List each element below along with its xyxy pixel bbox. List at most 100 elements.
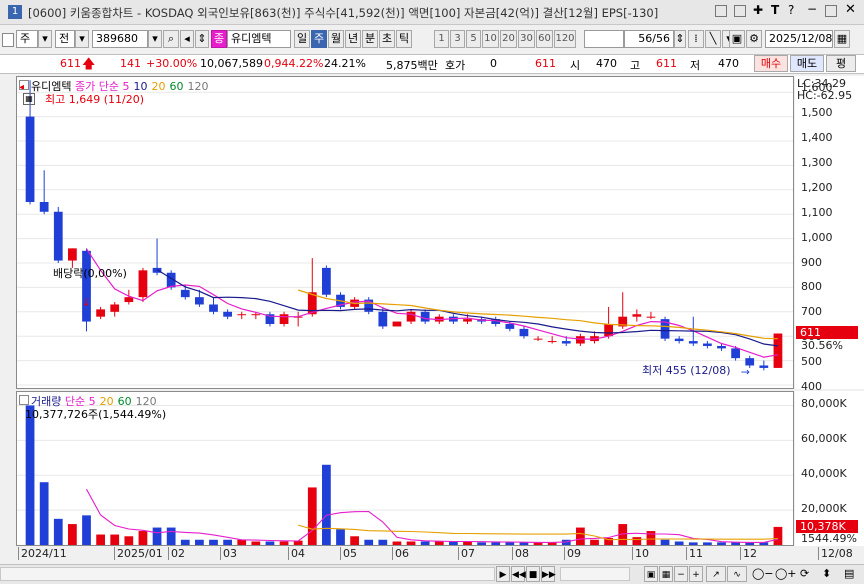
quote-bar: 611 🡅 141 +30.00% 10,067,589 0,944.22% 2…: [0, 54, 864, 74]
high-price: 611: [656, 57, 677, 70]
link-icon[interactable]: [715, 5, 727, 17]
candle-body: [279, 314, 289, 324]
interval-button-3[interactable]: 10: [482, 30, 499, 48]
volume-bar: [124, 536, 134, 545]
dots-icon[interactable]: ⁞: [688, 30, 704, 48]
range-spin-icon[interactable]: ⇕: [674, 30, 686, 48]
settings-icon[interactable]: ⚙: [746, 30, 762, 48]
period-button-3[interactable]: 년: [345, 30, 361, 48]
price-tick-label: 700: [801, 305, 822, 319]
volume-max-note: 10,377,726주(1,544.49%): [25, 408, 167, 421]
volume-icon[interactable]: ◂: [180, 30, 194, 48]
close-icon[interactable]: ✕: [845, 2, 856, 17]
range-input[interactable]: 56/56: [624, 30, 674, 48]
table-icon[interactable]: ▦: [23, 93, 35, 105]
zoom-slider[interactable]: [560, 567, 630, 581]
date-input[interactable]: 2025/12/08: [765, 30, 833, 48]
candle-body: [237, 314, 247, 316]
volume-bar: [505, 542, 515, 545]
interval-button-4[interactable]: 20: [500, 30, 517, 48]
interval-button-1[interactable]: 3: [450, 30, 465, 48]
volume-bar: [632, 537, 642, 545]
interval-button-2[interactable]: 5: [466, 30, 481, 48]
pin-icon[interactable]: ✚: [753, 3, 763, 17]
price-chart-pane[interactable]: ◂ ↓ → 유디엠텍 종가 단순 5 10 20 60 120 최고 1,649 (11/2…: [16, 76, 794, 389]
zoom-in-icon[interactable]: +: [689, 566, 703, 582]
volume-bar: [434, 541, 444, 545]
high-note: 최고 1,649 (11/20): [45, 93, 145, 106]
volume-bar: [166, 527, 176, 545]
volume-bar: [39, 482, 49, 545]
volume-tick-label: 80,000K: [801, 397, 847, 411]
volume-bar: [406, 541, 416, 545]
interval-button-6[interactable]: 60: [536, 30, 553, 48]
period-type-select[interactable]: 주: [16, 30, 38, 48]
legend-ma-3: 60: [169, 80, 184, 93]
period-button-2[interactable]: 월: [328, 30, 344, 48]
volume-bar: [773, 526, 783, 545]
period-type-dropdown-icon[interactable]: ▾: [38, 30, 52, 48]
search-icon[interactable]: ⌕: [163, 30, 179, 48]
candle-body: [138, 270, 148, 298]
date-tick-label: 08: [512, 547, 529, 560]
rewind-icon[interactable]: ◀◀: [511, 566, 526, 582]
price-axis: LC:34.29 HC:-62.95 1,600 1,500 1,400 1,300 1…: [795, 76, 864, 393]
trend-icon[interactable]: ↗: [706, 566, 726, 582]
help-icon[interactable]: ?: [788, 3, 794, 17]
chart-menu-icon[interactable]: ▤: [844, 567, 854, 580]
zoom-in-label-icon[interactable]: ◯+: [775, 567, 797, 580]
price-tick-label: 900: [801, 255, 822, 269]
stock-code-input[interactable]: 389680: [92, 30, 148, 48]
open-price: 470: [596, 57, 617, 70]
interval-button-0[interactable]: 1: [434, 30, 449, 48]
table-view-icon[interactable]: ▦: [659, 566, 673, 582]
interval-button-7[interactable]: 120: [554, 30, 576, 48]
period-button-1[interactable]: 주: [311, 30, 327, 48]
spin-icon[interactable]: ⇕: [195, 30, 209, 48]
candle-body: [251, 314, 261, 316]
scroll-right-icon[interactable]: ▶: [496, 566, 510, 582]
candle-body: [703, 343, 712, 346]
sell-button[interactable]: 매도: [790, 55, 824, 72]
date-tick-label: 07: [458, 547, 475, 560]
eval-button[interactable]: 평: [826, 55, 856, 72]
candle-body: [632, 314, 642, 317]
volume-bar: [703, 542, 712, 545]
window-number[interactable]: 1: [8, 5, 22, 19]
candle-body: [110, 304, 120, 312]
minimize-icon[interactable]: −: [807, 2, 817, 16]
line-tool-icon[interactable]: ╲: [705, 30, 721, 48]
buy-button[interactable]: 매수: [754, 55, 788, 72]
stop-icon[interactable]: ■: [526, 566, 540, 582]
volume-chart-pane[interactable]: 거래량 단순 5 20 60 120 10,377,726주(1,544.49%): [16, 391, 794, 546]
refresh-icon[interactable]: ⟳: [800, 567, 809, 580]
candle-body: [124, 297, 134, 303]
code-dropdown-icon[interactable]: ▾: [148, 30, 162, 48]
forward-icon[interactable]: ▶▶: [541, 566, 556, 582]
compare-select[interactable]: 전: [55, 30, 75, 48]
period-button-6[interactable]: 틱: [396, 30, 412, 48]
grid-icon[interactable]: [2, 33, 14, 47]
fit-icon[interactable]: ▣: [644, 566, 658, 582]
interval-button-5[interactable]: 30: [518, 30, 535, 48]
horizontal-scrollbar[interactable]: [0, 567, 495, 581]
candle-body: [378, 311, 388, 327]
period-button-5[interactable]: 초: [379, 30, 395, 48]
volume-ma-line-5: [86, 488, 779, 543]
text-icon[interactable]: T: [771, 3, 779, 17]
interval-input[interactable]: [584, 30, 624, 48]
calendar-icon[interactable]: ▦: [834, 30, 850, 48]
maximize-icon[interactable]: [825, 5, 837, 17]
volume-bar: [660, 539, 670, 545]
zoom-out-icon[interactable]: −: [674, 566, 688, 582]
date-tick-label: 12/08: [818, 547, 853, 560]
pattern-icon[interactable]: ∿: [727, 566, 747, 582]
expand-icon[interactable]: ⬍: [822, 567, 831, 580]
restore-icon[interactable]: [734, 5, 746, 17]
period-button-4[interactable]: 분: [362, 30, 378, 48]
zoom-out-label-icon[interactable]: ◯−: [752, 567, 774, 580]
save-icon[interactable]: ▣: [729, 30, 745, 48]
period-button-0[interactable]: 일: [294, 30, 310, 48]
volume-bar: [152, 527, 162, 545]
compare-dropdown-icon[interactable]: ▾: [75, 30, 89, 48]
